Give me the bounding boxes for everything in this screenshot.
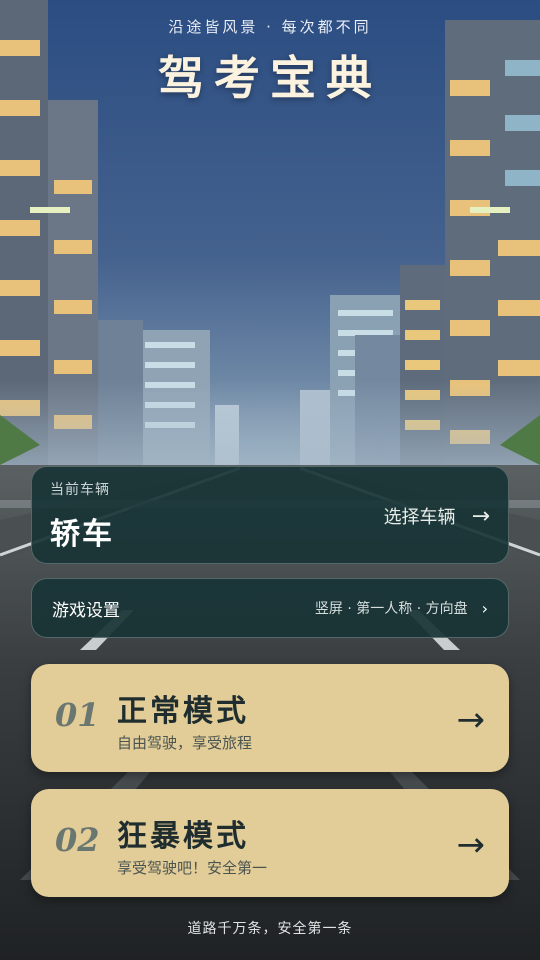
select-vehicle-button[interactable]: 选择车辆 → — [384, 503, 490, 529]
tagline: 沿途皆风景 · 每次都不同 — [168, 18, 372, 36]
current-vehicle-name: 轿车 — [50, 517, 114, 552]
chevron-right-icon: › — [481, 598, 488, 618]
game-settings-title: 游戏设置 — [52, 600, 120, 621]
current-vehicle-card: 当前车辆 轿车 选择车辆 → — [31, 466, 509, 564]
safety-slogan: 道路千万条，安全第一条 — [187, 921, 353, 937]
crazy-mode-button[interactable]: 02 狂暴模式 享受驾驶吧！安全第一 → — [31, 789, 509, 897]
mode-number: 01 — [55, 696, 100, 734]
game-settings-summary-group: 竖屏 · 第一人称 · 方向盘 › — [315, 598, 488, 618]
mode-subtitle: 自由驾驶，享受旅程 — [117, 734, 253, 752]
current-vehicle-label: 当前车辆 — [50, 482, 110, 498]
game-settings-button[interactable]: 游戏设置 竖屏 · 第一人称 · 方向盘 › — [31, 578, 509, 638]
mode-number: 02 — [55, 821, 100, 859]
mode-title: 狂暴模式 — [117, 819, 249, 854]
select-vehicle-label: 选择车辆 — [383, 507, 456, 528]
arrow-right-icon: → — [471, 503, 490, 529]
arrow-right-icon: → — [456, 825, 486, 865]
arrow-right-icon: → — [456, 700, 486, 740]
normal-mode-button[interactable]: 01 正常模式 自由驾驶，享受旅程 → — [31, 664, 509, 772]
mode-subtitle: 享受驾驶吧！安全第一 — [117, 859, 268, 877]
mode-title: 正常模式 — [117, 694, 249, 729]
game-settings-summary: 竖屏 · 第一人称 · 方向盘 — [314, 601, 468, 617]
app-title: 驾考宝典 — [158, 51, 382, 105]
